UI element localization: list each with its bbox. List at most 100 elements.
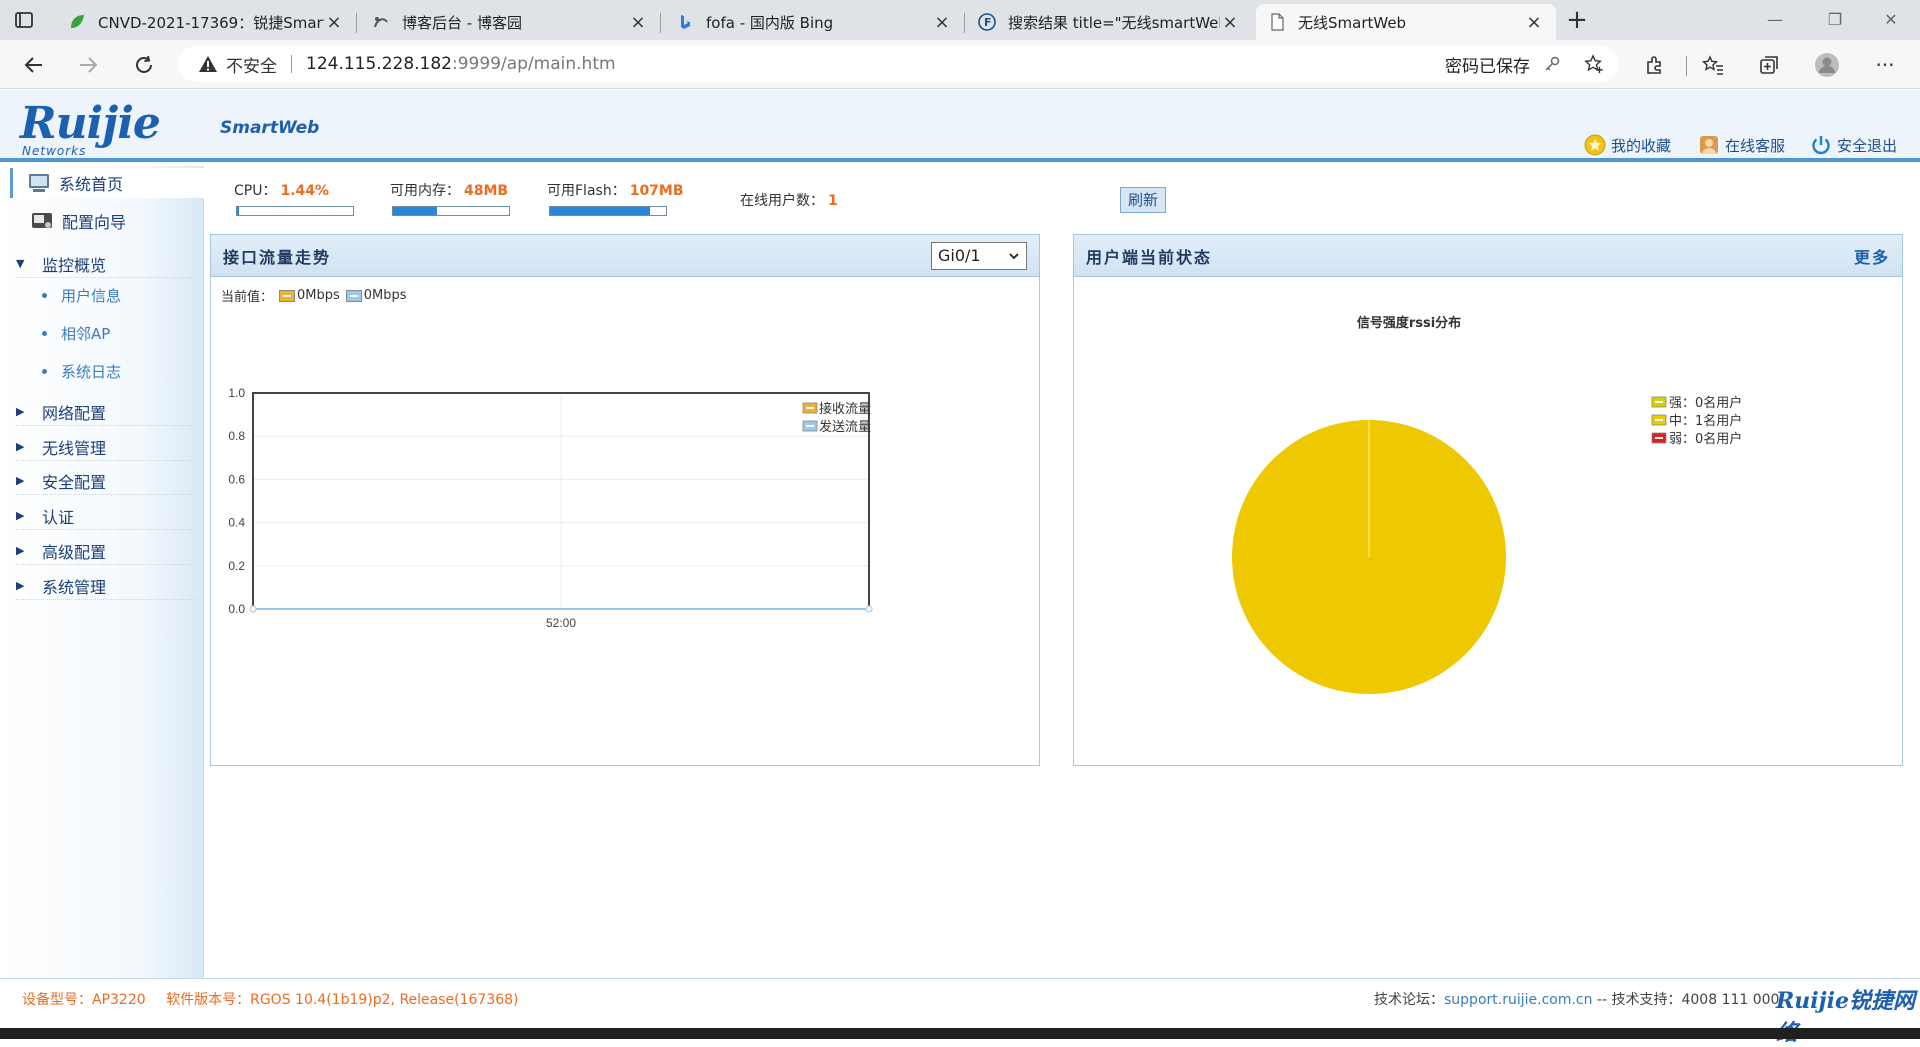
- more-options-icon[interactable]: ···: [1872, 52, 1898, 78]
- legend-label: 接收流量: [819, 401, 871, 417]
- sidebar-group-auth[interactable]: ▶ 认证: [16, 502, 196, 530]
- legend-label: 弱：0名用户: [1669, 431, 1742, 447]
- sidebar-group-security[interactable]: ▶ 安全配置: [16, 467, 196, 495]
- password-saved-label[interactable]: 密码已保存: [1445, 52, 1530, 77]
- sidebar-group-network[interactable]: ▶ 网络配置: [16, 398, 196, 426]
- browser-tab-bar: CNVD-2021-17369：锐捷Smartw × 博客后台 - 博客园 × …: [0, 0, 1920, 40]
- support-info: 技术论坛：support.ruijie.com.cn -- 技术支持：4008 …: [1374, 989, 1779, 1009]
- bing-icon: [676, 13, 694, 31]
- tab-title: 无线SmartWeb: [1298, 13, 1407, 32]
- caret-right-icon: ▶: [16, 440, 25, 453]
- support-phone: -- 技术支持：4008 111 000: [1592, 992, 1780, 1008]
- address-bar[interactable]: 不安全 124.115.228.182:9999/ap/main.htm 密码已…: [178, 46, 1618, 82]
- flash-label: 可用Flash：: [547, 183, 626, 199]
- tab-title: 搜索结果 title="无线smartWeb--: [1008, 13, 1220, 32]
- footer: 设备型号：AP3220 软件版本号：RGOS 10.4(1b19)p2, Rel…: [0, 978, 1920, 1046]
- sidebar-group-system[interactable]: ▶ 系统管理: [16, 572, 196, 600]
- flash-value: 107MB: [629, 183, 684, 199]
- cpu-label: CPU：: [234, 183, 277, 199]
- power-icon: [1810, 134, 1832, 156]
- browser-tab[interactable]: CNVD-2021-17369：锐捷Smartw ×: [56, 4, 357, 40]
- minimize-icon[interactable]: —: [1750, 6, 1800, 34]
- close-icon[interactable]: ×: [628, 12, 648, 33]
- device-model: 设备型号：AP3220: [22, 992, 146, 1008]
- caret-right-icon: ▶: [16, 579, 25, 592]
- sidebar-group-advanced[interactable]: ▶ 高级配置: [16, 537, 196, 565]
- online-service-link[interactable]: 在线客服: [1698, 134, 1785, 156]
- close-icon[interactable]: ×: [1524, 12, 1544, 33]
- legend-label: 中：1名用户: [1669, 413, 1742, 429]
- logout-link[interactable]: 安全退出: [1810, 134, 1897, 156]
- sidebar-item-system-log[interactable]: 系统日志: [42, 359, 121, 383]
- fofa-icon: F: [978, 13, 996, 31]
- online-users-stat: 在线用户数： 1: [740, 190, 838, 210]
- legend-label: 发送流量: [819, 419, 871, 435]
- sidebar-group-wireless[interactable]: ▶ 无线管理: [16, 433, 196, 461]
- logout-label: 安全退出: [1837, 136, 1898, 155]
- sidebar-label: 用户信息: [61, 286, 122, 305]
- close-window-icon[interactable]: ✕: [1866, 6, 1916, 34]
- y-tick-label: 1.0: [228, 386, 245, 400]
- tab-actions-icon[interactable]: [12, 8, 36, 32]
- extensions-icon[interactable]: [1642, 52, 1668, 78]
- caret-right-icon: ▶: [16, 509, 25, 522]
- tab-title: fofa - 国内版 Bing: [706, 13, 834, 32]
- profile-avatar-icon[interactable]: [1814, 52, 1840, 78]
- sidebar-item-home[interactable]: 系统首页: [10, 168, 204, 198]
- sidebar-label: 网络配置: [42, 403, 107, 423]
- caret-right-icon: ▶: [16, 544, 25, 557]
- sidebar-item-user-info[interactable]: 用户信息: [42, 283, 121, 307]
- sidebar-label: 认证: [42, 507, 75, 527]
- online-service-label: 在线客服: [1725, 136, 1786, 155]
- app-header: Ruijie Networks SmartWeb 我的收藏 在线客服 安全退出: [0, 90, 1920, 162]
- close-icon[interactable]: ×: [932, 12, 952, 33]
- favorites-icon[interactable]: [1700, 52, 1726, 78]
- add-favorite-icon[interactable]: [1584, 54, 1604, 74]
- url-text[interactable]: 124.115.228.182:9999/ap/main.htm: [306, 54, 616, 74]
- memory-label: 可用内存：: [390, 183, 460, 199]
- collections-icon[interactable]: [1756, 52, 1782, 78]
- favorites-link[interactable]: 我的收藏: [1584, 134, 1671, 156]
- forward-icon[interactable]: [72, 49, 104, 81]
- browser-tab[interactable]: 博客后台 - 博客园 ×: [360, 4, 661, 40]
- insecure-label[interactable]: 不安全: [226, 52, 277, 77]
- key-icon[interactable]: [1542, 54, 1562, 74]
- close-icon[interactable]: ×: [1220, 12, 1240, 33]
- traffic-panel: 接口流量走势 Gi0/1 当前值： 0Mbps 0Mbps 0.0 0.2 0.4 0…: [210, 234, 1040, 766]
- legend-label: 强：0名用户: [1669, 395, 1742, 411]
- sidebar-item-neighbor-ap[interactable]: 相邻AP: [42, 321, 110, 345]
- wizard-icon: [30, 210, 54, 232]
- rssi-pie-chart: 信号强度rssi分布强：0名用户中：1名用户弱：0名用户: [1232, 315, 1742, 694]
- browser-tab[interactable]: F 搜索结果 title="无线smartWeb-- ×: [966, 4, 1252, 40]
- forum-link[interactable]: support.ruijie.com.cn: [1444, 992, 1592, 1008]
- caret-right-icon: ▶: [16, 405, 25, 418]
- product-name: SmartWeb: [220, 118, 320, 138]
- traffic-line-chart: 0.0 0.2 0.4 0.6 0.8 1.0 52:00 接收流量发送流量: [228, 386, 873, 630]
- back-icon[interactable]: [18, 49, 50, 81]
- browser-tab[interactable]: fofa - 国内版 Bing ×: [664, 4, 965, 40]
- x-tick-label: 52:00: [546, 616, 576, 630]
- taskbar: [0, 1028, 1920, 1039]
- brand-text: Ruijie: [20, 98, 161, 149]
- new-tab-button[interactable]: +: [1562, 6, 1592, 36]
- sidebar-group-monitor[interactable]: ▼ 监控概览: [16, 250, 196, 278]
- maximize-icon[interactable]: ❐: [1810, 6, 1860, 34]
- series-point: [865, 605, 873, 613]
- refresh-button[interactable]: 刷新: [1120, 187, 1166, 213]
- sidebar-label: 系统管理: [42, 577, 107, 597]
- sidebar-item-wizard[interactable]: 配置向导: [10, 206, 204, 236]
- close-icon[interactable]: ×: [324, 12, 344, 33]
- page-icon: [1268, 13, 1286, 31]
- flash-stat: 可用Flash： 107MB: [547, 180, 684, 216]
- sidebar-label: 监控概览: [42, 255, 107, 275]
- warning-icon[interactable]: [198, 54, 218, 74]
- memory-stat: 可用内存： 48MB: [390, 180, 510, 216]
- caret-right-icon: ▶: [16, 474, 25, 487]
- url-path: :9999/ap/main.htm: [452, 54, 616, 74]
- browser-tab-active[interactable]: 无线SmartWeb ×: [1256, 4, 1556, 40]
- support-agent-icon: [1698, 134, 1720, 156]
- url-host: 124.115.228.182: [306, 54, 453, 74]
- software-version: 软件版本号：RGOS 10.4(1b19)p2, Release(167368): [166, 992, 519, 1008]
- reload-icon[interactable]: [128, 49, 160, 81]
- sidebar: 系统首页 配置向导 ▼ 监控概览 用户信息 相邻AP 系统日志 ▶ 网络配置 ▶…: [0, 166, 204, 978]
